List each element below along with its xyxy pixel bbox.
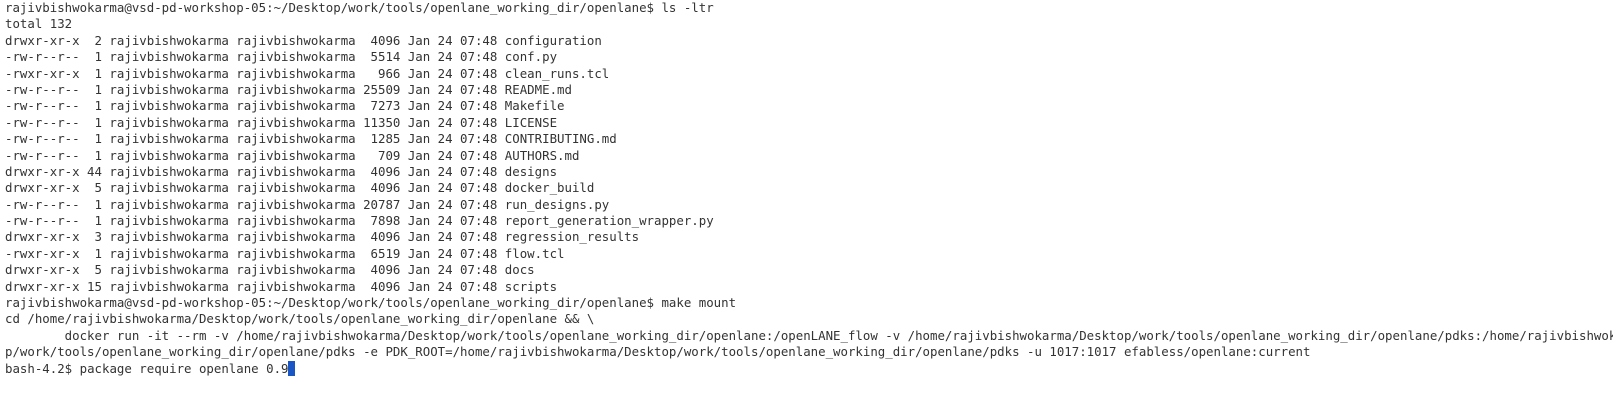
file-listing-row: -rw-r--r-- 1 rajivbishwokarma rajivbishw…: [5, 114, 558, 130]
file-listing-row: -rw-r--r-- 1 rajivbishwokarma rajivbishw…: [5, 81, 572, 97]
file-listing-row: -rw-r--r-- 1 rajivbishwokarma rajivbishw…: [5, 213, 714, 229]
terminal-line-prompt-make: rajivbishwokarma@vsd-pd-workshop-05:~/De…: [5, 295, 737, 311]
file-listing-row: -rwxr-xr-x 1 rajivbishwokarma rajivbishw…: [5, 245, 565, 261]
file-listing-row: -rw-r--r-- 1 rajivbishwokarma rajivbishw…: [5, 49, 558, 65]
file-listing-row: -rw-r--r-- 1 rajivbishwokarma rajivbishw…: [5, 196, 610, 212]
bash-prompt: bash-4.2$: [5, 360, 80, 376]
terminal-line-prompt-ls: rajivbishwokarma@vsd-pd-workshop-05:~/De…: [5, 0, 714, 15]
file-listing-row: -rwxr-xr-x 1 rajivbishwokarma rajivbishw…: [5, 65, 610, 81]
terminal-line-total: total 132: [5, 16, 73, 32]
file-listing-row: -rw-r--r-- 1 rajivbishwokarma rajivbishw…: [5, 147, 580, 163]
terminal-line-cd: cd /home/rajivbishwokarma/Desktop/work/t…: [5, 311, 595, 327]
terminal-input-line[interactable]: bash-4.2$ package require openlane 0.9: [5, 360, 1613, 377]
file-listing: drwxr-xr-x 2 rajivbishwokarma rajivbishw…: [5, 33, 1613, 295]
terminal-line-docker-1: docker run -it --rm -v /home/rajivbishwo…: [5, 327, 1613, 343]
file-listing-row: drwxr-xr-x 15 rajivbishwokarma rajivbish…: [5, 278, 558, 294]
terminal-window[interactable]: rajivbishwokarma@vsd-pd-workshop-05:~/De…: [0, 0, 1613, 400]
file-listing-row: drwxr-xr-x 3 rajivbishwokarma rajivbishw…: [5, 229, 640, 245]
text-cursor-icon: [288, 360, 296, 376]
file-listing-row: drwxr-xr-x 5 rajivbishwokarma rajivbishw…: [5, 262, 535, 278]
terminal-line-docker-2: p/work/tools/openlane_working_dir/openla…: [5, 344, 1311, 360]
file-listing-row: -rw-r--r-- 1 rajivbishwokarma rajivbishw…: [5, 98, 565, 114]
file-listing-row: drwxr-xr-x 44 rajivbishwokarma rajivbish…: [5, 163, 558, 179]
file-listing-row: drwxr-xr-x 2 rajivbishwokarma rajivbishw…: [5, 32, 602, 48]
file-listing-row: drwxr-xr-x 5 rajivbishwokarma rajivbishw…: [5, 180, 595, 196]
bash-command-input[interactable]: package require openlane 0.9: [80, 361, 289, 376]
file-listing-row: -rw-r--r-- 1 rajivbishwokarma rajivbishw…: [5, 131, 617, 147]
